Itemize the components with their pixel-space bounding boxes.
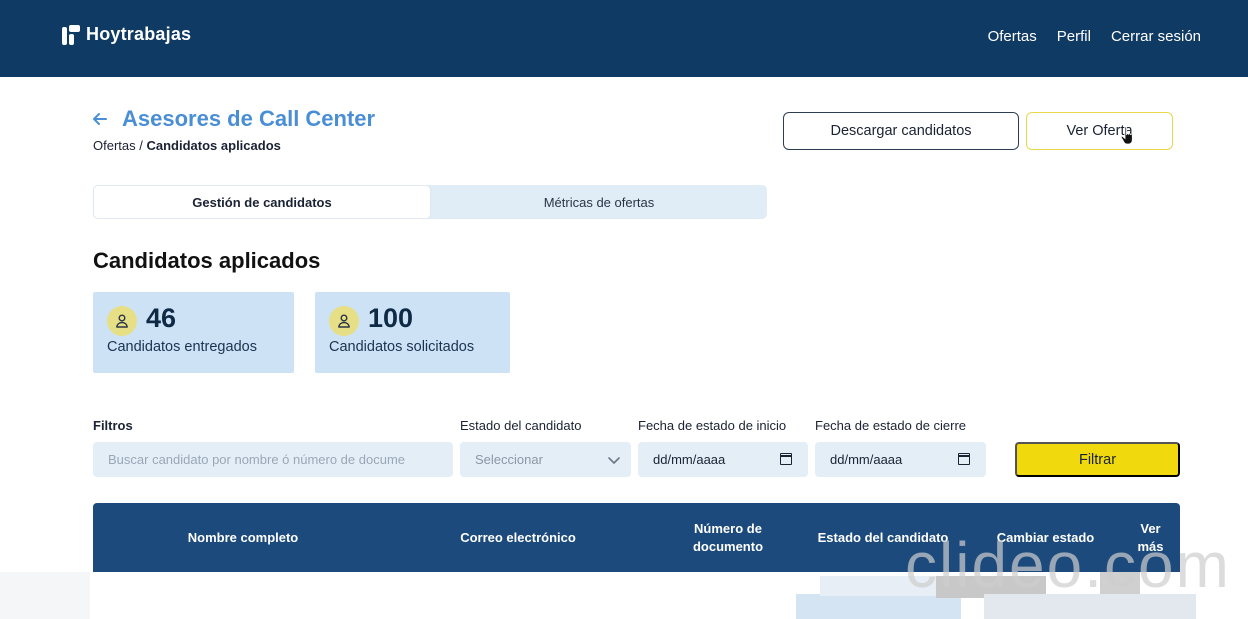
- calendar-icon[interactable]: [780, 453, 792, 465]
- filters-title: Filtros: [93, 418, 133, 433]
- nav-ofertas[interactable]: Ofertas: [988, 28, 1037, 45]
- tab-metricas-ofertas[interactable]: Métricas de ofertas: [431, 185, 767, 219]
- logo-mark-icon: [62, 24, 80, 45]
- arrow-left-icon[interactable]: [92, 110, 108, 133]
- top-navbar: Hoytrabajas Ofertas Perfil Cerrar sesión: [0, 0, 1248, 77]
- search-input[interactable]: Buscar candidato por nombre ó número de …: [93, 442, 453, 477]
- breadcrumb-separator: /: [139, 138, 143, 153]
- stat-card-requested: 100 Candidatos solicitados: [315, 292, 510, 373]
- nav-perfil[interactable]: Perfil: [1057, 28, 1091, 45]
- breadcrumb-parent[interactable]: Ofertas: [93, 138, 136, 153]
- tab-bar: Gestión de candidatos Métricas de oferta…: [93, 185, 767, 219]
- end-date-value: dd/mm/aaaa: [830, 452, 903, 467]
- nav-cerrar-sesion[interactable]: Cerrar sesión: [1111, 28, 1201, 45]
- stat-card-delivered: 46 Candidatos entregados: [93, 292, 294, 373]
- state-select[interactable]: Seleccionar: [460, 442, 631, 477]
- view-offer-button[interactable]: Ver Oferta: [1026, 112, 1173, 150]
- breadcrumb-current: Candidatos aplicados: [146, 138, 281, 153]
- stat-label: Candidatos solicitados: [329, 339, 475, 355]
- stat-value: 100: [368, 303, 414, 333]
- filter-button[interactable]: Filtrar: [1015, 442, 1180, 477]
- brand-logo[interactable]: Hoytrabajas: [62, 24, 191, 45]
- main-nav: Ofertas Perfil Cerrar sesión: [988, 28, 1201, 45]
- watermark: clideo.com: [905, 529, 1231, 601]
- user-icon: [329, 306, 359, 336]
- download-candidates-button[interactable]: Descargar candidatos: [783, 112, 1019, 150]
- section-title: Candidatos aplicados: [93, 248, 321, 273]
- chevron-down-icon: [608, 457, 620, 464]
- state-filter-label: Estado del candidato: [460, 418, 582, 433]
- start-date-input[interactable]: dd/mm/aaaa: [638, 442, 808, 477]
- start-date-label: Fecha de estado de inicio: [638, 418, 787, 433]
- state-select-value: Seleccionar: [475, 452, 543, 467]
- hand-pointer-icon: [1120, 126, 1136, 146]
- end-date-label: Fecha de estado de cierre: [815, 418, 967, 433]
- column-header-name: Nombre completo: [187, 529, 299, 545]
- brand-name: Hoytrabajas: [86, 24, 192, 44]
- stat-value: 46: [146, 303, 177, 333]
- end-date-input[interactable]: dd/mm/aaaa: [815, 442, 986, 477]
- column-header-email: Correo electrónico: [460, 529, 576, 545]
- column-header-document: Número de documento: [692, 520, 764, 554]
- tab-gestion-candidatos[interactable]: Gestión de candidatos: [93, 185, 431, 219]
- start-date-value: dd/mm/aaaa: [653, 452, 726, 467]
- calendar-icon[interactable]: [958, 453, 970, 465]
- user-icon: [107, 306, 137, 336]
- stat-label: Candidatos entregados: [107, 339, 257, 355]
- breadcrumb: Ofertas / Candidatos aplicados: [93, 138, 281, 153]
- page-title: Asesores de Call Center: [122, 106, 376, 131]
